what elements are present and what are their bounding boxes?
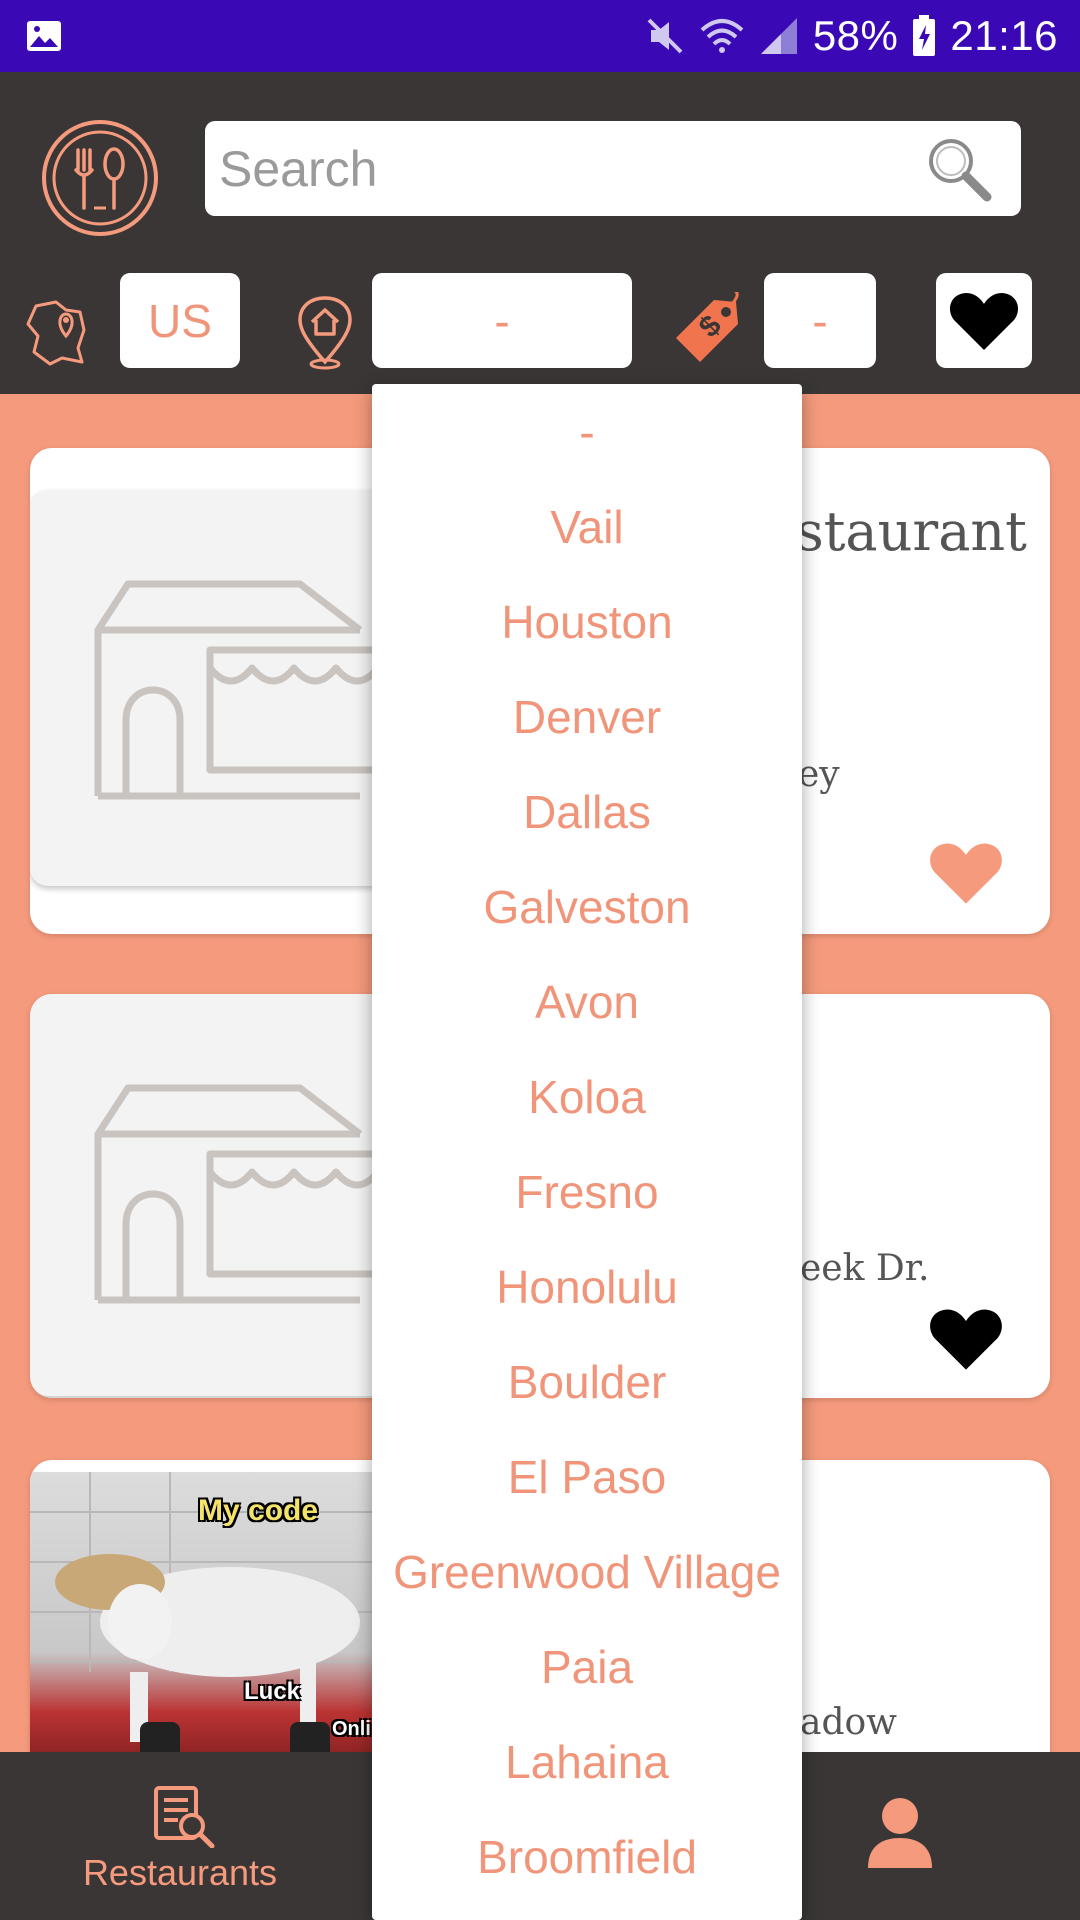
logo-icon [42,120,158,236]
store-icon [94,1084,394,1304]
user-icon[interactable] [866,1796,934,1872]
price-tag-icon: $ [676,292,739,362]
mute-icon [647,18,683,54]
favorites-filter-button[interactable] [936,273,1032,368]
restaurant-thumbnail [30,994,402,1396]
clock: 21:16 [950,12,1058,59]
price-filter[interactable]: - [764,273,876,368]
city-option[interactable]: - [372,384,802,479]
store-icon [94,580,394,800]
country-filter[interactable]: US [120,273,240,368]
heart-icon[interactable] [928,840,1004,906]
city-option[interactable]: Lahaina [372,1714,802,1809]
city-option[interactable]: Koloa [372,1049,802,1144]
price-value: - [812,294,828,347]
city-option[interactable]: Vail [372,479,802,574]
city-dropdown[interactable]: - Vail Houston Denver Dallas Galveston A… [372,384,802,1920]
city-option[interactable]: Galveston [372,859,802,954]
city-option[interactable]: Fresno [372,1144,802,1239]
wifi-icon [700,19,744,53]
image-icon [27,21,61,51]
search-icon[interactable] [923,133,995,205]
city-option[interactable]: Broomfield [372,1809,802,1904]
restaurant-photo: My code Luck Onli [30,1472,402,1772]
search-input[interactable] [219,121,899,216]
restaurant-thumbnail [30,490,402,886]
restaurant-address: eek Dr. [800,1248,930,1289]
heart-icon[interactable] [928,1306,1004,1372]
city-filter[interactable]: - [372,273,632,368]
city-option[interactable]: Denver [372,669,802,764]
heart-icon [950,292,1018,350]
location-icon [298,296,352,370]
restaurant-list-icon[interactable] [152,1784,216,1848]
search-bar[interactable] [205,121,1021,216]
status-bar: 58% 21:16 [0,0,1080,72]
city-option[interactable]: Paia [372,1619,802,1714]
city-option[interactable]: Avon [372,954,802,1049]
battery-icon [913,15,936,56]
meme-caption-top: My code [198,1494,319,1527]
meme-caption-bottom: Luck [244,1678,301,1705]
map-icon [26,300,86,366]
city-option[interactable]: Houston [372,574,802,669]
city-option[interactable]: Dallas [372,764,802,859]
restaurant-address: adow [800,1702,897,1743]
city-option[interactable]: Honolulu [372,1239,802,1334]
city-option[interactable]: Greenwood Village [372,1524,802,1619]
restaurant-address: ey [798,754,840,795]
signal-icon [760,18,797,54]
country-value: US [148,294,212,347]
restaurant-name: staurant [796,500,1027,563]
meme-caption-side: Onli [332,1718,371,1740]
city-value: - [494,294,510,347]
battery-percent: 58% [812,12,899,59]
city-option[interactable]: Boulder [372,1334,802,1429]
city-option[interactable]: El Paso [372,1429,802,1524]
nav-restaurants-label[interactable]: Restaurants [60,1852,300,1894]
